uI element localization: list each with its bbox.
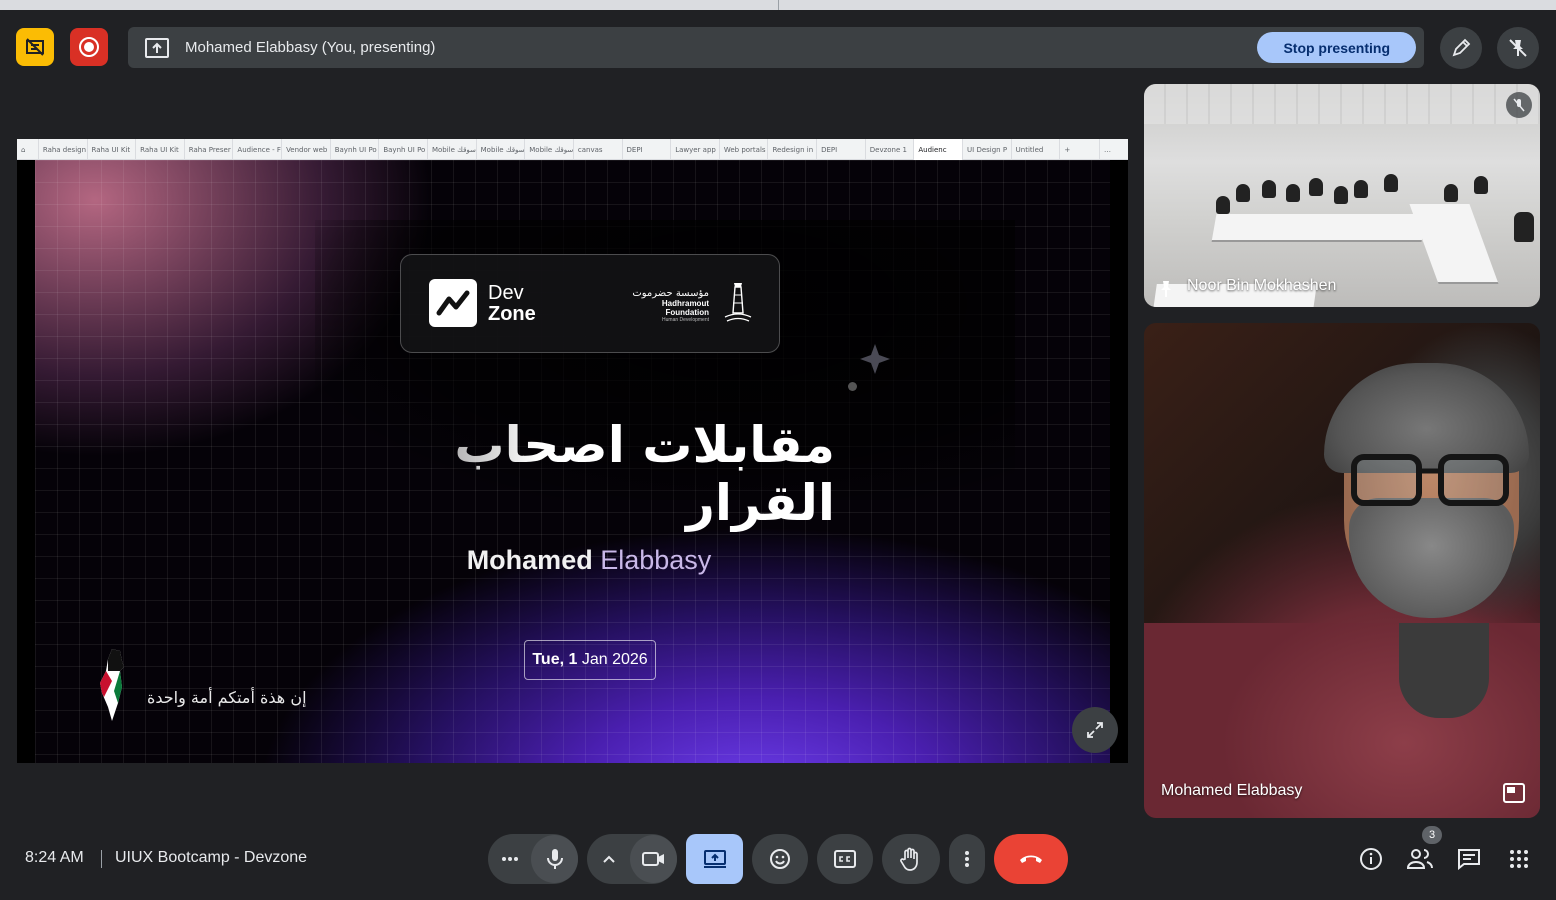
browser-tab: DEPI xyxy=(817,139,866,160)
participant-name: Mohamed Elabbasy xyxy=(1161,782,1303,799)
more-horiz-icon xyxy=(501,857,518,861)
presentation-stage: ⌂ Raha design Raha UI Kit Raha UI Kit Ra… xyxy=(17,139,1128,763)
presenting-banner: Mohamed Elabbasy (You, presenting) Stop … xyxy=(128,27,1424,68)
browser-tab: Mobile سوقك xyxy=(428,139,477,160)
browser-tab-active: Audienc xyxy=(914,139,964,160)
browser-tab: Devzone 1 xyxy=(866,139,915,160)
call-end-icon xyxy=(1020,855,1042,863)
browser-tab: Baynh UI Po xyxy=(379,139,428,160)
sparkle-icon xyxy=(860,344,890,374)
os-window-strip xyxy=(0,0,1556,10)
meeting-title: UIUX Bootcamp - Devzone xyxy=(115,849,308,866)
participant-name: Noor Bin Mokhashen xyxy=(1187,277,1337,294)
captions-button[interactable] xyxy=(817,834,873,884)
browser-tab: Audience - F xyxy=(233,139,283,160)
new-tab-icon: + xyxy=(1060,139,1101,160)
browser-tab: Raha UI Kit xyxy=(136,139,185,160)
more-tabs-icon: … xyxy=(1104,145,1112,154)
lighthouse-logo-icon xyxy=(724,283,752,322)
devzone-logo-icon xyxy=(429,279,477,327)
more-options-button[interactable] xyxy=(949,834,985,884)
pin-icon xyxy=(1161,281,1171,297)
info-icon xyxy=(1360,848,1382,870)
slide-date: Tue, 1 Jan 2026 xyxy=(524,640,656,680)
slide-quote: إن هذة أمتكم أمة واحدة xyxy=(147,688,307,707)
mic-icon xyxy=(546,849,563,869)
browser-tab: Raha design xyxy=(39,139,88,160)
raise-hand-button[interactable] xyxy=(882,834,940,884)
stop-presenting-button[interactable]: Stop presenting xyxy=(1257,32,1416,63)
logo-card: Dev Zone مؤسسة حضرموت Hadhramout Foundat… xyxy=(400,254,780,353)
slide: Dev Zone مؤسسة حضرموت Hadhramout Foundat… xyxy=(35,160,1110,763)
participant-tile-self[interactable]: Mohamed Elabbasy xyxy=(1144,323,1540,818)
browser-tab: Vendor web xyxy=(282,139,331,160)
apps-grid-icon xyxy=(1510,850,1528,868)
mic-muted-badge xyxy=(1506,92,1532,118)
record-icon xyxy=(79,37,99,57)
meeting-details-button[interactable] xyxy=(1358,846,1384,872)
clock: 8:24 AM xyxy=(25,849,84,866)
closed-caption-icon xyxy=(834,850,856,868)
unpin-button[interactable] xyxy=(1497,27,1539,69)
slide-title: مقابلات اصحاب القرار xyxy=(295,416,835,532)
captions-off-indicator-button[interactable] xyxy=(16,28,54,66)
mic-button[interactable] xyxy=(531,835,578,883)
pen-icon xyxy=(1452,38,1471,57)
foundation-wordmark: مؤسسة حضرموت Hadhramout Foundation Human… xyxy=(632,288,709,323)
leave-call-button[interactable] xyxy=(994,834,1068,884)
browser-tab: Raha Preser xyxy=(185,139,234,160)
fullscreen-button[interactable] xyxy=(1072,707,1118,753)
palestine-map-flag-icon xyxy=(100,649,124,721)
present-button[interactable] xyxy=(686,834,743,884)
chat-icon xyxy=(1458,849,1480,870)
chat-button[interactable] xyxy=(1456,846,1482,872)
picture-in-picture-icon[interactable] xyxy=(1502,782,1526,804)
present-screen-icon xyxy=(145,37,169,58)
present-to-all-icon xyxy=(703,850,726,868)
browser-tab: Raha UI Kit xyxy=(88,139,137,160)
mic-control xyxy=(488,834,578,884)
browser-tab: canvas xyxy=(574,139,623,160)
decor-dot xyxy=(848,382,857,391)
activities-button[interactable] xyxy=(1506,846,1532,872)
unpin-icon xyxy=(1509,39,1527,57)
browser-tab: Mobile سوقك xyxy=(477,139,526,160)
mic-off-icon xyxy=(1513,98,1525,112)
emoji-icon xyxy=(770,849,790,869)
glasses-decor xyxy=(1351,454,1509,506)
browser-tab: Untitled xyxy=(1012,139,1061,160)
video-off-icon xyxy=(26,38,44,56)
browser-tab: DEPI xyxy=(623,139,672,160)
browser-tab: Baynh UI Po xyxy=(331,139,380,160)
camera-button[interactable] xyxy=(630,835,677,883)
hand-icon xyxy=(900,847,918,871)
browser-tab: Web portals xyxy=(720,139,769,160)
people-button[interactable] xyxy=(1407,846,1433,872)
people-icon xyxy=(1407,849,1433,869)
annotate-button[interactable] xyxy=(1440,27,1482,69)
expand-icon xyxy=(1087,722,1103,738)
browser-tab: Mobile سوقك xyxy=(525,139,574,160)
reactions-button[interactable] xyxy=(752,834,808,884)
browser-tab: Lawyer app xyxy=(671,139,720,160)
browser-tab: UI Design P xyxy=(963,139,1012,160)
presenting-text: Mohamed Elabbasy (You, presenting) xyxy=(185,39,436,56)
video-settings-button[interactable] xyxy=(587,854,630,864)
camera-control xyxy=(587,834,677,884)
browser-tab: Redesign in xyxy=(768,139,818,160)
audio-settings-button[interactable] xyxy=(488,856,531,862)
shared-browser-tabstrip: ⌂ Raha design Raha UI Kit Raha UI Kit Ra… xyxy=(17,139,1128,160)
slide-presenter-name: Mohamed Elabbasy xyxy=(466,545,712,575)
chevron-up-icon xyxy=(602,855,615,863)
devzone-wordmark: Dev Zone xyxy=(488,282,536,325)
participant-tile-classroom[interactable]: Noor Bin Mokhashen xyxy=(1144,84,1540,307)
recording-button[interactable] xyxy=(70,28,108,66)
videocam-icon xyxy=(641,852,664,866)
more-vert-icon xyxy=(965,851,969,867)
participants-count-badge: 3 xyxy=(1422,826,1442,844)
home-tab-icon: ⌂ xyxy=(17,139,39,160)
